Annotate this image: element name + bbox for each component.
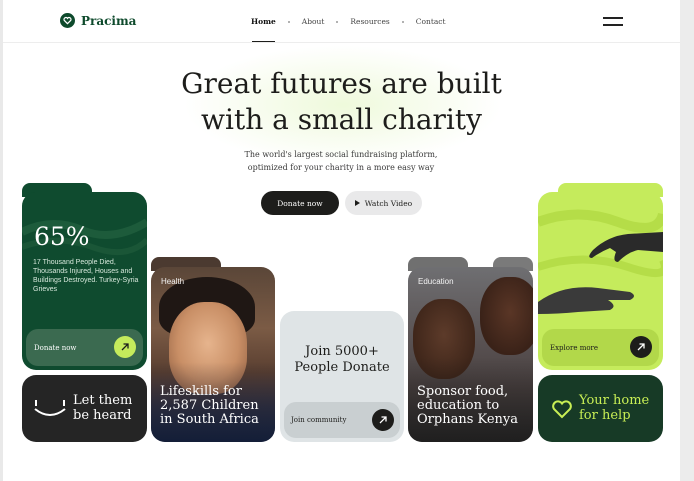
education-card[interactable]: Education Sponsor food, education to Orp…: [408, 267, 533, 442]
education-title-line: Sponsor food,: [417, 384, 509, 399]
join-community-label: Join community: [291, 416, 347, 424]
heart-icon: [552, 400, 572, 419]
health-title-line: in South Africa: [160, 412, 259, 427]
nav-home[interactable]: Home: [251, 17, 276, 26]
play-icon: [354, 200, 360, 206]
education-title: Sponsor food, education to Orphans Kenya: [417, 385, 518, 427]
subtext-line: The world's largest social fundraising p…: [244, 150, 438, 159]
join-community-button[interactable]: Join community: [284, 402, 400, 438]
hands-illustration: [538, 209, 663, 314]
health-title: Lifeskills for 2,587 Children in South A…: [160, 385, 259, 427]
stat-card: 65% 17 Thousand People Died, Thousands I…: [22, 192, 147, 370]
nav-separator: [287, 20, 290, 23]
home-for-help-line: for help: [579, 408, 631, 423]
smile-icon: [34, 400, 66, 416]
hero-headline: Great futures are built with a small cha…: [123, 66, 560, 138]
page: Pracima Home About Resources Contact Gre…: [3, 0, 680, 481]
main-nav: Home About Resources Contact: [251, 17, 446, 26]
join-title: Join 5000+ People Donate: [280, 344, 404, 376]
scrollbar-gutter[interactable]: [680, 0, 694, 481]
arrow-up-right-icon[interactable]: [630, 336, 652, 358]
explore-more-label: Explore more: [550, 343, 599, 352]
health-title-line: Lifeskills for: [160, 384, 242, 399]
hero-subtext: The world's largest social fundraising p…: [201, 149, 481, 174]
home-for-help-card[interactable]: Your home for help: [538, 375, 663, 442]
be-heard-line: Let them: [73, 393, 133, 408]
be-heard-text: Let them be heard: [73, 393, 132, 423]
subtext-line: optimized for your charity in a more eas…: [247, 162, 435, 172]
hamburger-icon[interactable]: [603, 16, 623, 27]
nav-about[interactable]: About: [302, 17, 325, 26]
donate-now-card-button[interactable]: Donate now: [26, 329, 143, 366]
nav-resources[interactable]: Resources: [350, 17, 389, 26]
be-heard-line: be heard: [73, 408, 132, 423]
brand-name: Pracima: [81, 13, 137, 28]
watch-video-button[interactable]: Watch Video: [345, 191, 422, 215]
nav-separator: [336, 20, 339, 23]
heart-logo-icon: [60, 13, 75, 28]
health-tag: Health: [161, 277, 185, 286]
health-title-line: 2,587 Children: [160, 398, 259, 413]
arrow-up-right-icon[interactable]: [372, 409, 394, 431]
watch-video-label: Watch Video: [364, 198, 413, 208]
headline-line: with a small charity: [201, 103, 482, 136]
stat-value: 65%: [34, 222, 90, 251]
header-divider: [3, 42, 680, 43]
home-for-help-line: Your home: [579, 393, 650, 408]
headline-line: Great futures are built: [181, 67, 502, 100]
brand-logo[interactable]: Pracima: [60, 13, 136, 28]
join-card: Join 5000+ People Donate Join community: [280, 311, 404, 442]
child-photo: [480, 277, 533, 355]
nav-contact[interactable]: Contact: [416, 17, 446, 26]
be-heard-card[interactable]: Let them be heard: [22, 375, 147, 442]
donate-now-button[interactable]: Donate now: [261, 191, 339, 215]
join-title-line: Join 5000+: [305, 344, 379, 359]
home-for-help-text: Your home for help: [579, 393, 649, 423]
nav-separator: [401, 20, 404, 23]
donate-now-label: Donate now: [34, 343, 77, 352]
explore-card: Explore more: [538, 192, 663, 370]
health-card[interactable]: Health Lifeskills for 2,587 Children in …: [151, 267, 275, 442]
explore-more-button[interactable]: Explore more: [542, 329, 659, 366]
stat-description: 17 Thousand People Died, Thousands Injur…: [33, 259, 139, 293]
education-tag: Education: [418, 277, 454, 286]
join-title-line: People Donate: [294, 360, 390, 375]
education-title-line: education to: [417, 398, 500, 413]
arrow-up-right-icon[interactable]: [114, 336, 136, 358]
education-title-line: Orphans Kenya: [417, 412, 519, 427]
